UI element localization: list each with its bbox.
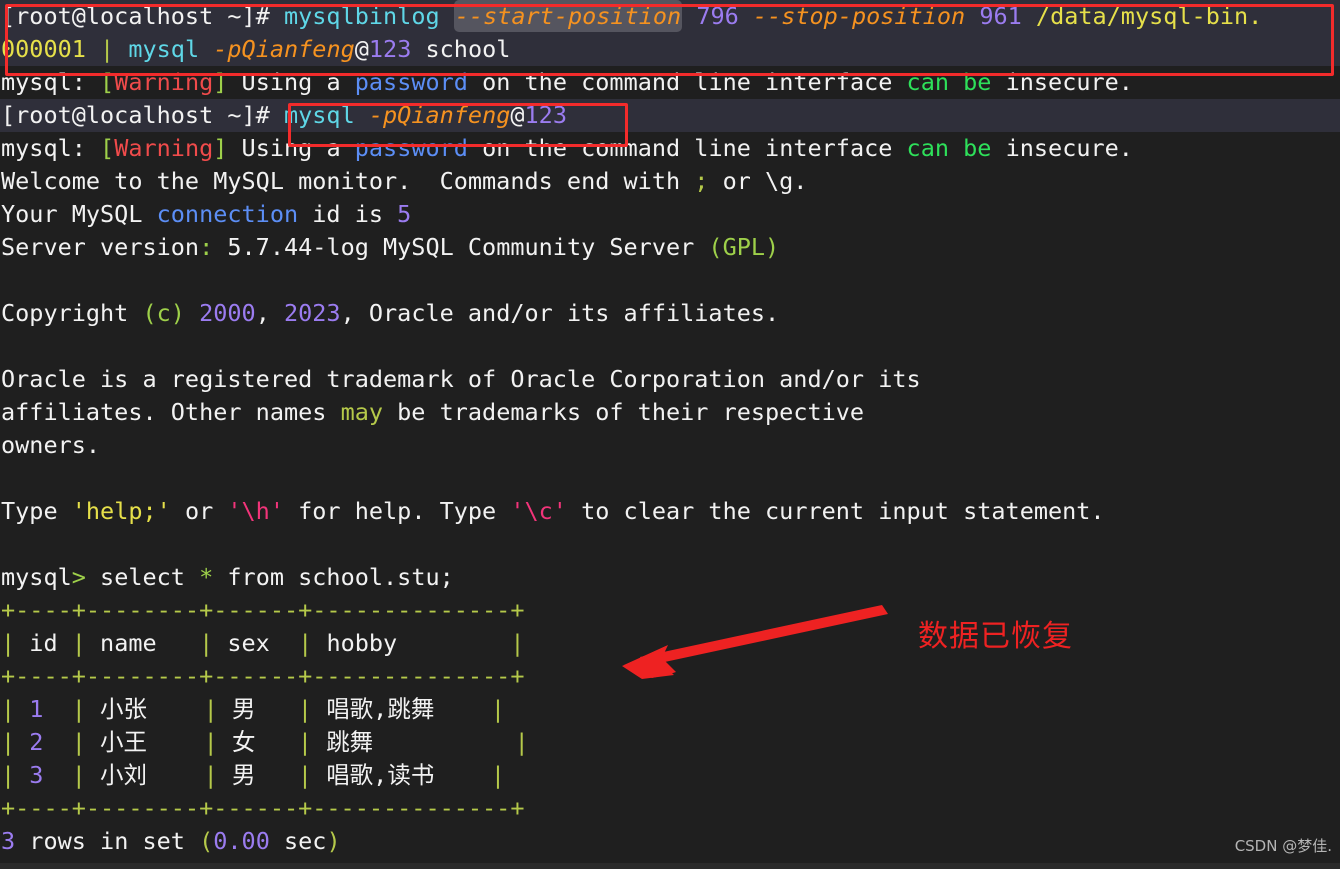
csdn-watermark: CSDN @梦佳. xyxy=(1234,836,1332,855)
password-number-2: 123 xyxy=(524,101,567,129)
cell-sex: 男 xyxy=(231,695,256,723)
mysql-query-line[interactable]: mysql> select * from school.stu; xyxy=(0,561,1340,594)
output-welcome: Welcome to the MySQL monitor. Commands e… xyxy=(1,167,808,195)
output-warning-2: mysql: [Warning] Using a password on the… xyxy=(1,134,1133,162)
value-start-position: 796 xyxy=(696,2,739,30)
connection-id-value: 5 xyxy=(397,200,412,228)
column-header-hobby: hobby xyxy=(326,629,398,657)
annotation-arrow xyxy=(622,605,888,679)
output-warning-1: mysql: [Warning] Using a password on the… xyxy=(1,68,1133,96)
cell-id: 1 xyxy=(29,695,44,723)
copyright-year-start: 2000 xyxy=(199,299,256,327)
table-row: | 1 | 小张 | 男 | 唱歌,跳舞 | xyxy=(1,695,506,723)
at-symbol-2: @ xyxy=(510,101,525,129)
output-copyright: Copyright (c) 2000, 2023, Oracle and/or … xyxy=(1,299,780,327)
output-server-version: Server version: 5.7.44-log MySQL Communi… xyxy=(1,233,780,261)
table-row: | 3 | 小刘 | 男 | 唱歌,读书 | xyxy=(1,761,506,789)
value-stop-position: 961 xyxy=(979,2,1022,30)
terminal-bottom-bar xyxy=(0,863,1340,869)
query-text: from school.stu; xyxy=(213,563,454,591)
cell-id: 3 xyxy=(29,761,44,789)
query-time-value: 0.00 xyxy=(213,827,270,855)
database-name: school xyxy=(425,35,511,63)
warning-label: Warning xyxy=(114,68,214,96)
shell-prompt-2: [root@localhost ~]# xyxy=(1,101,270,129)
cell-sex: 女 xyxy=(231,728,256,756)
output-trademark-line-2: affiliates. Other names may be trademark… xyxy=(1,398,865,426)
cell-hobby: 跳舞 xyxy=(326,728,374,756)
table-separator-bottom: +----+--------+------+--------------+ xyxy=(1,794,525,822)
command-line-mysqlbinlog[interactable]: [root@localhost ~]# mysqlbinlog --start-… xyxy=(0,0,1340,34)
column-header-id: id xyxy=(29,629,58,657)
command-mysqlbinlog: mysqlbinlog xyxy=(283,2,440,30)
table-row: | 2 | 小王 | 女 | 跳舞 | xyxy=(1,728,529,756)
output-connection-id: Your MySQL connection id is 5 xyxy=(1,200,412,228)
cell-sex: 男 xyxy=(231,761,256,789)
password-number: 123 xyxy=(368,35,412,63)
server-version-value: 5.7.44-log MySQL Community Server xyxy=(213,233,709,261)
at-symbol: @ xyxy=(354,35,369,63)
copyright-year-end: 2023 xyxy=(283,299,341,327)
cell-name: 小刘 xyxy=(100,761,148,789)
output-trademark-line-1: Oracle is a registered trademark of Orac… xyxy=(1,365,921,393)
cell-hobby: 唱歌,读书 xyxy=(326,761,435,789)
row-count-value: 3 xyxy=(1,827,16,855)
result-row-count: 3 rows in set (0.00 sec) xyxy=(1,827,341,855)
warning-label-2: Warning xyxy=(114,134,214,162)
command-mysql-2: mysql xyxy=(283,101,355,129)
cell-name: 小王 xyxy=(100,728,148,756)
pipe-operator: | xyxy=(100,35,115,63)
annotation-note: 数据已恢复 xyxy=(918,619,1073,654)
output-help-hint: Type 'help;' or '\h' for help. Type '\c'… xyxy=(1,497,1105,525)
mysql-prompt: mysql xyxy=(1,563,72,591)
option-stop-position: --stop-position xyxy=(752,2,966,30)
column-header-name: name xyxy=(100,629,157,657)
command-line-mysqlbinlog-wrap[interactable]: 000001 | mysql -pQianfeng@123 school xyxy=(0,33,1340,67)
terminal-window[interactable]: [root@localhost ~]# mysqlbinlog --start-… xyxy=(0,0,1340,869)
binlog-path-part1: /data/mysql-bin. xyxy=(1035,2,1263,30)
cell-hobby: 唱歌,跳舞 xyxy=(326,695,435,723)
shell-prompt: [root@localhost ~]# xyxy=(1,2,270,30)
command-mysql: mysql xyxy=(128,35,200,63)
command-line-mysql-login[interactable]: [root@localhost ~]# mysql -pQianfeng@123 xyxy=(0,99,1340,133)
output-trademark-line-3: owners. xyxy=(1,431,101,459)
password-flag-2: -pQianfeng xyxy=(368,101,511,129)
binlog-path-part2: 000001 xyxy=(1,35,86,63)
column-header-sex: sex xyxy=(227,629,270,657)
option-start-position: --start-position xyxy=(453,0,683,32)
cell-name: 小张 xyxy=(100,695,148,723)
password-flag: -pQianfeng xyxy=(213,35,355,63)
cell-id: 2 xyxy=(29,728,44,756)
